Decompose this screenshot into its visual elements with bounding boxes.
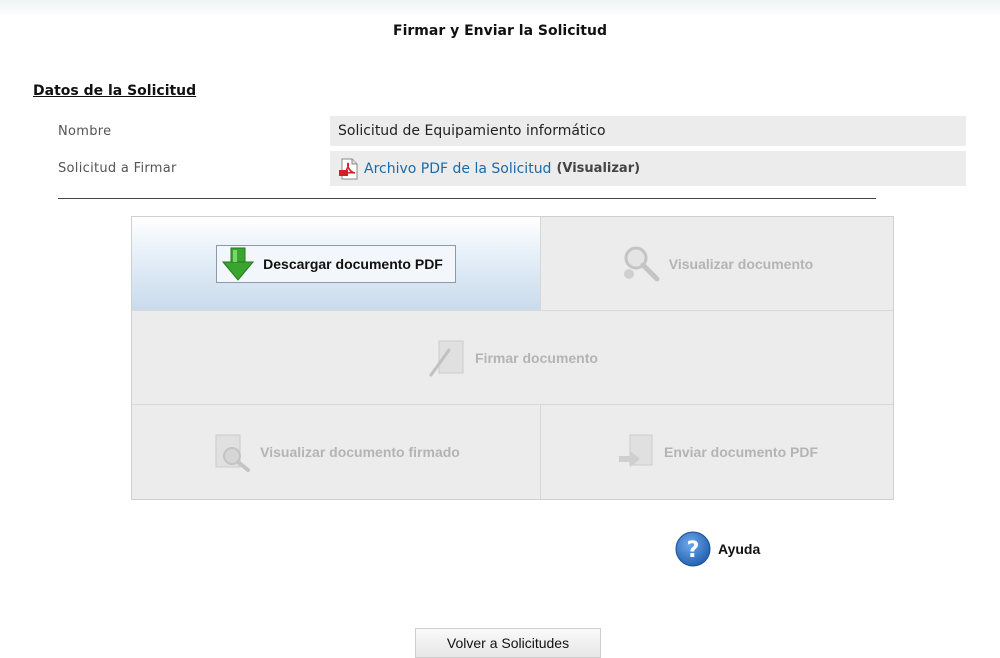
- help-label: Ayuda: [718, 541, 761, 557]
- view-document-button[interactable]: Visualizar documento: [541, 217, 893, 310]
- green-down-arrow-icon: [221, 246, 255, 282]
- nombre-value: Solicitud de Equipamiento informático: [330, 116, 966, 146]
- pen-sign-icon: [427, 338, 467, 378]
- sign-document-button[interactable]: Firmar documento: [132, 311, 893, 404]
- sign-document-label: Firmar documento: [475, 349, 598, 366]
- send-document-icon: [616, 432, 656, 472]
- send-document-button[interactable]: Enviar documento PDF: [541, 405, 893, 499]
- divider: [58, 198, 876, 199]
- svg-text:?: ?: [687, 538, 700, 563]
- pdf-icon: [338, 158, 360, 180]
- solicitud-firmar-label: Solicitud a Firmar: [58, 161, 177, 176]
- view-signed-document-button[interactable]: Visualizar documento firmado: [132, 405, 540, 499]
- view-document-label: Visualizar documento: [668, 255, 814, 272]
- visualizar-link[interactable]: (Visualizar): [556, 161, 640, 176]
- magnifier-icon: [621, 244, 661, 284]
- download-cell: Descargar documento PDF: [132, 217, 540, 310]
- top-band: [0, 0, 1000, 18]
- section-title: Datos de la Solicitud: [33, 83, 197, 99]
- question-circle-icon: ?: [674, 530, 712, 568]
- solicitud-firmar-value: Archivo PDF de la Solicitud (Visualizar): [330, 151, 966, 186]
- send-document-label: Enviar documento PDF: [663, 444, 819, 460]
- view-signed-document-label: Visualizar documento firmado: [260, 444, 460, 460]
- actions-grid: Descargar documento PDF Visualizar docum…: [131, 216, 894, 500]
- download-pdf-button[interactable]: Descargar documento PDF: [216, 244, 456, 283]
- download-pdf-label: Descargar documento PDF: [263, 255, 443, 272]
- nombre-label: Nombre: [58, 123, 112, 139]
- document-magnifier-icon: [212, 432, 252, 472]
- pdf-link[interactable]: Archivo PDF de la Solicitud: [364, 161, 551, 177]
- page-title: Firmar y Enviar la Solicitud: [393, 23, 607, 39]
- back-to-requests-button[interactable]: Volver a Solicitudes: [415, 628, 601, 658]
- help-link[interactable]: ? Ayuda: [674, 530, 760, 568]
